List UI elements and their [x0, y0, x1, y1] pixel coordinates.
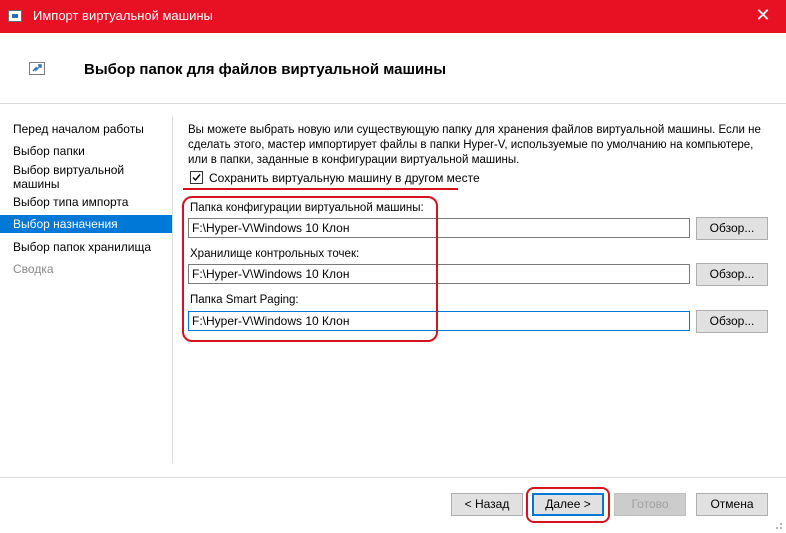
- back-button[interactable]: < Назад: [451, 493, 523, 516]
- annotation-next-highlight: [526, 487, 610, 523]
- title-bar: Импорт виртуальной машины ✕: [0, 0, 786, 33]
- checkpoint-store-browse-button[interactable]: Обзор...: [696, 263, 768, 286]
- nav-item-summary[interactable]: Сводка: [0, 262, 172, 276]
- resize-grip-icon[interactable]: [773, 520, 783, 530]
- page-title: Выбор папок для файлов виртуальной машин…: [84, 61, 447, 78]
- nav-divider: [172, 116, 173, 463]
- nav-item-before-start[interactable]: Перед началом работы: [0, 122, 172, 136]
- relocate-checkbox-label: Сохранить виртуальную машину в другом ме…: [209, 171, 480, 185]
- wizard-steps-nav: Перед началом работы Выбор папки Выбор в…: [0, 104, 172, 464]
- close-icon[interactable]: ✕: [740, 0, 786, 33]
- smart-paging-browse-button[interactable]: Обзор...: [696, 310, 768, 333]
- window-title: Импорт виртуальной машины: [33, 8, 213, 23]
- nav-item-storage-folders[interactable]: Выбор папок хранилища: [0, 240, 172, 254]
- description-text: Вы можете выбрать новую или существующую…: [188, 124, 761, 166]
- nav-item-destination[interactable]: Выбор назначения: [0, 215, 172, 233]
- app-icon: [8, 10, 22, 22]
- nav-item-label-line2: машины: [13, 177, 60, 191]
- cancel-button[interactable]: Отмена: [696, 493, 768, 516]
- relocate-checkbox[interactable]: [190, 171, 203, 184]
- wizard-header: Выбор папок для файлов виртуальной машин…: [0, 33, 786, 104]
- nav-item-import-type[interactable]: Выбор типа импорта: [0, 195, 172, 209]
- wizard-icon: [29, 62, 45, 75]
- annotation-fields-highlight: [182, 196, 438, 342]
- finish-button[interactable]: Готово: [614, 493, 686, 516]
- nav-item-label: Выбор виртуальной: [13, 163, 125, 177]
- config-folder-browse-button[interactable]: Обзор...: [696, 217, 768, 240]
- nav-item-select-vm[interactable]: Выбор виртуальной машины: [0, 163, 172, 191]
- footer-divider: [0, 477, 786, 478]
- nav-item-select-folder[interactable]: Выбор папки: [0, 144, 172, 158]
- annotation-underline: [183, 188, 458, 190]
